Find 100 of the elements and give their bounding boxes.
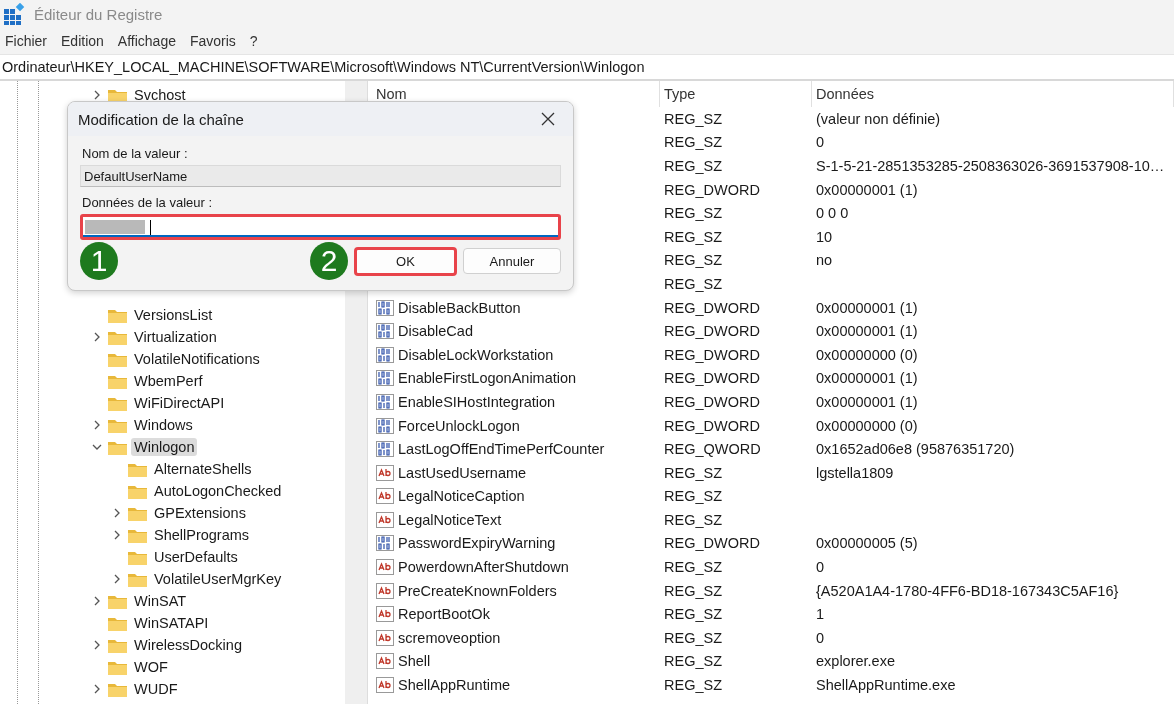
value-name[interactable]: EnableSIHostIntegration bbox=[398, 393, 556, 410]
string-value-icon bbox=[376, 511, 394, 528]
tree-item[interactable]: Windows bbox=[131, 416, 196, 434]
chevron-right-icon[interactable] bbox=[92, 684, 102, 694]
value-name[interactable]: LastUsedUsername bbox=[398, 464, 527, 481]
folder-icon bbox=[128, 549, 147, 565]
tree-item[interactable]: WUDF bbox=[131, 680, 181, 698]
value-data: 0x00000001 (1) bbox=[816, 299, 918, 316]
value-type: REG_DWORD bbox=[664, 346, 760, 363]
value-name[interactable]: PowerdownAfterShutdown bbox=[398, 559, 569, 576]
value-type: REG_SZ bbox=[664, 677, 722, 694]
binary-value-icon bbox=[376, 370, 394, 387]
value-name[interactable]: ReportBootOk bbox=[398, 606, 490, 623]
value-type: REG_SZ bbox=[664, 559, 722, 576]
value-data: 0x1652ad06e8 (95876351720) bbox=[816, 441, 1015, 458]
value-name[interactable]: PasswordExpiryWarning bbox=[398, 535, 556, 552]
value-name[interactable]: EnableFirstLogonAnimation bbox=[398, 370, 577, 387]
tree-item[interactable]: AlternateShells bbox=[151, 460, 255, 478]
tree-item[interactable]: WbemPerf bbox=[131, 372, 206, 390]
address-bar[interactable]: Ordinateur\HKEY_LOCAL_MACHINE\SOFTWARE\Microsoft\Windows NT\CurrentVersion\Winlogon bbox=[0, 54, 1174, 81]
tree-item[interactable]: AutoLogonChecked bbox=[151, 482, 285, 500]
column-header[interactable]: Type bbox=[660, 81, 812, 107]
tree-item[interactable]: WirelessDocking bbox=[131, 636, 245, 654]
folder-icon bbox=[108, 417, 127, 433]
value-name[interactable]: LegalNoticeText bbox=[398, 511, 502, 528]
value-data: (valeur non définie) bbox=[816, 110, 941, 127]
value-name[interactable]: ShellAppRuntime bbox=[398, 677, 511, 694]
ok-button[interactable]: OK bbox=[354, 246, 457, 276]
tree-item[interactable]: VolatileUserMgrKey bbox=[151, 570, 285, 588]
menu-item[interactable]: Edition bbox=[56, 33, 109, 49]
value-data: lgstella1809 bbox=[816, 464, 894, 481]
tree-item[interactable]: VersionsList bbox=[131, 306, 216, 324]
value-data: 10 bbox=[816, 228, 833, 245]
value-type: REG_SZ bbox=[664, 158, 722, 174]
field-label: Nom de la valeur : bbox=[82, 146, 189, 161]
string-value-icon bbox=[376, 559, 394, 576]
tree-item[interactable]: GPExtensions bbox=[151, 504, 249, 522]
menu-item[interactable]: Fichier bbox=[0, 33, 52, 49]
value-data: 0 bbox=[816, 134, 825, 151]
value-type: REG_SZ bbox=[664, 488, 722, 505]
tree-item[interactable]: ShellPrograms bbox=[151, 526, 253, 544]
value-name[interactable]: DisableLockWorkstation bbox=[398, 346, 554, 363]
value-name[interactable]: DisableBackButton bbox=[398, 299, 521, 316]
chevron-right-icon[interactable] bbox=[112, 530, 122, 540]
value-type: REG_DWORD bbox=[664, 535, 760, 552]
tree-item[interactable]: Svchost bbox=[131, 86, 189, 104]
tree-item[interactable]: WOF bbox=[131, 658, 171, 676]
menu-item[interactable]: Affichage bbox=[112, 33, 181, 49]
field-label: Données de la valeur : bbox=[82, 195, 214, 210]
tree-item[interactable]: WinSAT bbox=[131, 592, 190, 610]
value-type: REG_DWORD bbox=[664, 393, 760, 410]
folder-icon bbox=[108, 373, 127, 389]
tree-item[interactable]: Virtualization bbox=[131, 328, 220, 346]
value-type: REG_SZ bbox=[664, 275, 722, 292]
value-type: REG_SZ bbox=[664, 228, 722, 245]
value-data: ShellAppRuntime.exe bbox=[816, 677, 956, 694]
tree-item[interactable]: Winlogon bbox=[131, 438, 198, 456]
folder-icon bbox=[108, 681, 127, 697]
binary-value-icon bbox=[376, 441, 394, 458]
value-name[interactable]: DisableCad bbox=[398, 323, 473, 340]
binary-value-icon bbox=[376, 323, 394, 340]
chevron-right-icon[interactable] bbox=[92, 420, 102, 430]
tree-item[interactable]: WiFiDirectAPI bbox=[131, 394, 228, 412]
value-data: 0x00000001 (1) bbox=[816, 370, 918, 387]
column-header[interactable]: Données bbox=[812, 81, 1174, 107]
tree-item[interactable]: WinSATAPI bbox=[131, 614, 212, 632]
tree-item[interactable]: UserDefaults bbox=[151, 548, 241, 566]
value-type: REG_SZ bbox=[664, 464, 722, 481]
chevron-right-icon[interactable] bbox=[92, 90, 102, 100]
value-data: 1 bbox=[816, 606, 825, 623]
app-icon bbox=[4, 3, 26, 25]
chevron-right-icon[interactable] bbox=[92, 332, 102, 342]
value-name[interactable]: Shell bbox=[398, 653, 431, 670]
folder-icon bbox=[108, 637, 127, 653]
value-name[interactable]: LastLogOffEndTimePerfCounter bbox=[398, 441, 605, 458]
window-title: Éditeur du Registre bbox=[34, 5, 163, 23]
value-name[interactable]: LegalNoticeCaption bbox=[398, 488, 525, 505]
value-data: 0 bbox=[816, 559, 825, 576]
menu-item[interactable]: ? bbox=[244, 33, 263, 49]
chevron-down-icon[interactable] bbox=[92, 442, 102, 452]
chevron-right-icon[interactable] bbox=[92, 640, 102, 650]
value-name[interactable]: PreCreateKnownFolders bbox=[398, 582, 557, 599]
chevron-right-icon[interactable] bbox=[112, 508, 122, 518]
value-name[interactable]: scremoveoption bbox=[398, 629, 501, 646]
value-type: REG_DWORD bbox=[664, 370, 760, 387]
value-type: REG_SZ bbox=[664, 582, 722, 599]
chevron-right-icon[interactable] bbox=[112, 574, 122, 584]
binary-value-icon bbox=[376, 417, 394, 434]
folder-icon bbox=[108, 395, 127, 411]
menu-item[interactable]: Favoris bbox=[184, 33, 241, 49]
value-data-field[interactable] bbox=[80, 214, 561, 240]
tree-item[interactable]: VolatileNotifications bbox=[131, 350, 263, 368]
chevron-right-icon[interactable] bbox=[92, 596, 102, 606]
value-type: REG_SZ bbox=[664, 205, 722, 222]
value-data: 0x00000000 (0) bbox=[816, 346, 918, 363]
string-value-icon bbox=[376, 606, 394, 623]
cancel-button[interactable]: Annuler bbox=[463, 248, 561, 274]
value-name[interactable]: ForceUnlockLogon bbox=[398, 417, 520, 434]
value-type: REG_SZ bbox=[664, 653, 722, 670]
value-type: REG_SZ bbox=[664, 110, 722, 127]
